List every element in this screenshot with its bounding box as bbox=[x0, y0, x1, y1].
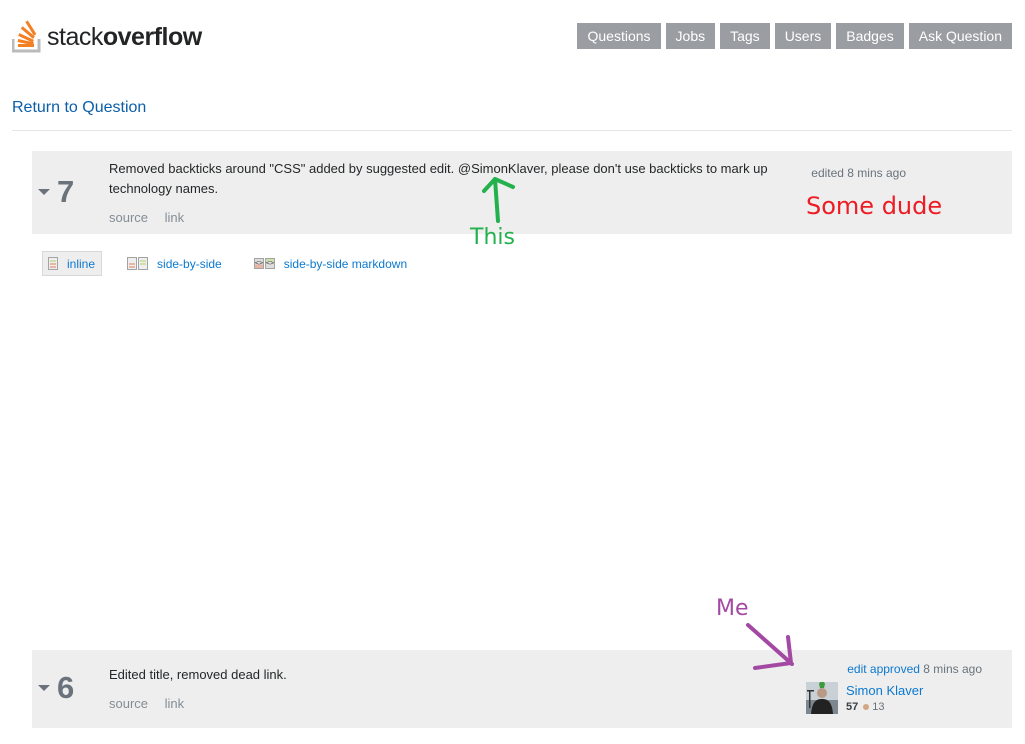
diff-view-selector: inline side-by-side <> <> side-by-side m… bbox=[42, 251, 433, 276]
revision-toggle[interactable]: 7 bbox=[38, 176, 74, 207]
logo-wordmark: stackoverflow bbox=[47, 25, 202, 53]
user-reputation: 57 13 bbox=[846, 701, 923, 713]
logo-text-stack: stack bbox=[47, 23, 103, 51]
logo-text-overflow: overflow bbox=[102, 23, 202, 51]
nav-jobs[interactable]: Jobs bbox=[665, 23, 716, 49]
revision-comment: Edited title, removed dead link. bbox=[109, 667, 287, 682]
divider bbox=[12, 130, 1012, 131]
purple-arrow-annotation bbox=[746, 623, 794, 670]
reputation-score: 57 bbox=[846, 701, 859, 713]
markdown-diff-icon: <> <> bbox=[253, 258, 275, 269]
revision-comment: Removed backticks around "CSS" added by … bbox=[109, 161, 768, 196]
user-avatar[interactable] bbox=[806, 682, 838, 714]
source-link[interactable]: source bbox=[109, 696, 148, 711]
bronze-badge-icon bbox=[863, 704, 870, 710]
nav-tags[interactable]: Tags bbox=[720, 23, 770, 49]
inline-diff-icon bbox=[48, 257, 59, 270]
nav-ask-question[interactable]: Ask Question bbox=[908, 23, 1012, 49]
collapse-triangle-icon bbox=[38, 188, 50, 195]
view-side-by-side-markdown-label: side-by-side markdown bbox=[283, 256, 408, 271]
source-link[interactable]: source bbox=[109, 210, 148, 225]
collapse-triangle-icon bbox=[38, 684, 50, 691]
return-to-question-link[interactable]: Return to Question bbox=[12, 99, 146, 117]
top-nav: Questions Jobs Tags Users Badges Ask Que… bbox=[577, 23, 1012, 49]
annotation-some-dude: Some dude bbox=[806, 192, 943, 220]
view-side-by-side[interactable]: side-by-side bbox=[121, 251, 229, 276]
edited-timestamp: edited 8 mins ago bbox=[811, 166, 906, 180]
permalink[interactable]: link bbox=[165, 696, 185, 711]
revision-number: 6 bbox=[57, 670, 75, 705]
user-name-link[interactable]: Simon Klaver bbox=[846, 683, 923, 698]
annotation-this: This bbox=[470, 225, 515, 250]
revision-6: 6 Edited title, removed dead link. sourc… bbox=[32, 650, 1012, 728]
revision-links: source link bbox=[109, 210, 197, 225]
permalink[interactable]: link bbox=[165, 210, 185, 225]
user-card: Simon Klaver 57 13 bbox=[806, 682, 923, 714]
edit-approved-link[interactable]: edit approved bbox=[847, 662, 920, 676]
annotation-me: Me bbox=[716, 596, 749, 621]
edit-approved-info: edit approved 8 mins ago bbox=[847, 662, 982, 676]
stackoverflow-logo-icon bbox=[11, 15, 44, 53]
view-side-by-side-markdown[interactable]: <> <> side-by-side markdown bbox=[248, 251, 414, 276]
approved-time: 8 mins ago bbox=[923, 662, 982, 676]
revision-links: source link bbox=[109, 696, 197, 711]
side-by-side-diff-icon bbox=[127, 257, 149, 270]
nav-badges[interactable]: Badges bbox=[836, 23, 904, 49]
nav-users[interactable]: Users bbox=[774, 23, 832, 49]
nav-questions[interactable]: Questions bbox=[577, 23, 661, 49]
bronze-badge-count: 13 bbox=[872, 701, 885, 713]
green-arrow-annotation bbox=[482, 177, 515, 223]
user-info: Simon Klaver 57 13 bbox=[846, 683, 923, 714]
view-inline[interactable]: inline bbox=[42, 251, 103, 276]
revision-toggle[interactable]: 6 bbox=[38, 672, 74, 703]
view-inline-label: inline bbox=[67, 256, 96, 271]
stackoverflow-logo[interactable]: stackoverflow bbox=[11, 15, 202, 53]
view-side-by-side-label: side-by-side bbox=[157, 256, 222, 271]
revision-number: 7 bbox=[57, 174, 75, 209]
